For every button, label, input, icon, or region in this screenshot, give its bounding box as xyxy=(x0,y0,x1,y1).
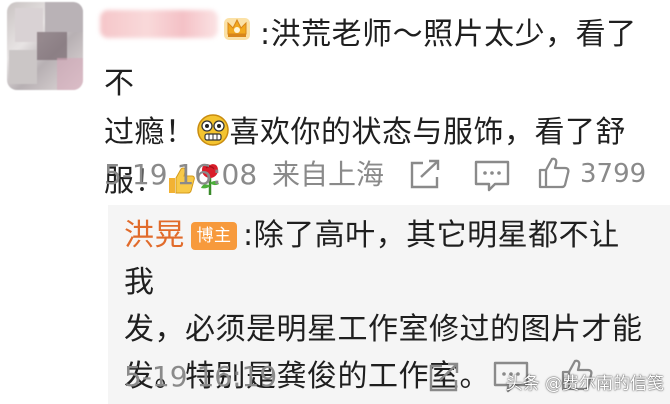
like-count: 3799 xyxy=(580,159,647,189)
avatar[interactable] xyxy=(7,2,83,90)
comment-time: 5-19 16:08 xyxy=(104,158,258,191)
like-icon[interactable] xyxy=(537,156,571,190)
comment-line-1: :洪荒老师～照片太少，看了不 xyxy=(104,17,637,101)
grimace-emoji-icon xyxy=(196,114,229,146)
reply-line-2: 发，必须是明星工作室修过的图片才能 xyxy=(124,312,643,347)
reply-author[interactable]: 洪晃 xyxy=(124,218,185,253)
comment-icon[interactable] xyxy=(473,159,511,193)
watermark: 头条 @费尔南的信笺 xyxy=(505,374,664,394)
author-badge: 博主 xyxy=(191,222,237,250)
share-icon[interactable] xyxy=(407,157,443,191)
reply-line-1: 洪晃 博主:除了高叶，其它明星都不让我 xyxy=(124,218,620,300)
comment-location: 来自上海 xyxy=(272,158,385,191)
comment-line-2: 过瘾！ 喜欢你的状态与服饰，看了舒 xyxy=(104,114,626,150)
reply-time: 5-19 16:19 xyxy=(124,360,278,393)
reply-share-icon[interactable] xyxy=(426,360,462,394)
